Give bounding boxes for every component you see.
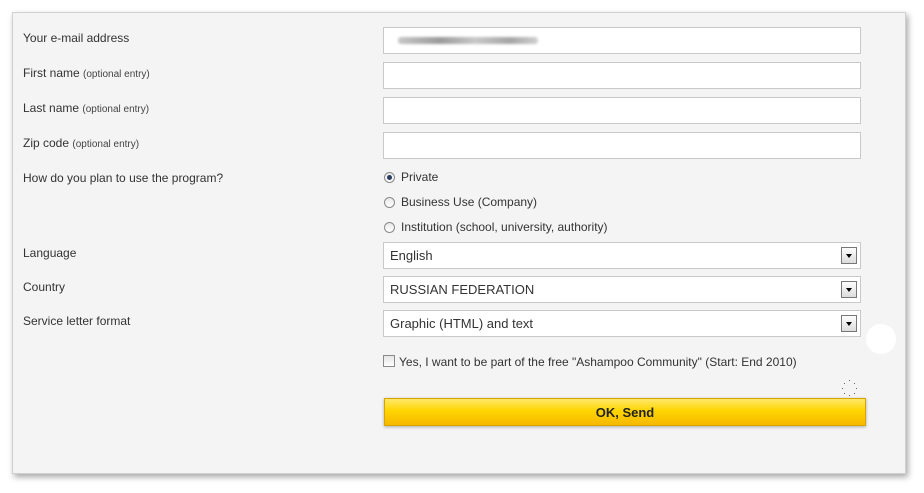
radio-institution-button[interactable] <box>384 221 395 233</box>
chevron-down-icon[interactable] <box>841 315 857 332</box>
country-select[interactable]: RUSSIAN FEDERATION <box>383 276 861 303</box>
community-checkbox-label: Yes, I want to be part of the free "Asha… <box>399 355 797 369</box>
letter-format-label: Service letter format <box>23 314 131 328</box>
ok-send-button[interactable]: OK, Send <box>384 398 866 426</box>
radio-private-label: Private <box>401 170 439 184</box>
last-name-optional-note: (optional entry) <box>82 104 150 115</box>
country-value: RUSSIAN FEDERATION <box>390 282 535 297</box>
community-checkbox-row[interactable]: Yes, I want to be part of the free "Asha… <box>383 354 797 369</box>
letter-format-select[interactable]: Graphic (HTML) and text <box>383 310 861 337</box>
country-label: Country <box>23 280 66 294</box>
registration-form: Your e-mail address First name (optional… <box>12 12 906 474</box>
chevron-down-icon[interactable] <box>841 247 857 264</box>
letter-format-value: Graphic (HTML) and text <box>390 316 534 331</box>
last-name-label: Last name (optional entry) <box>23 101 150 115</box>
language-value: English <box>390 248 433 263</box>
email-field[interactable] <box>383 27 861 54</box>
radio-private[interactable]: Private <box>384 170 438 184</box>
usage-question-label: How do you plan to use the program? <box>23 171 224 185</box>
email-label: Your e-mail address <box>23 31 130 45</box>
radio-institution-label: Institution (school, university, authori… <box>401 220 608 234</box>
chevron-down-icon[interactable] <box>841 281 857 298</box>
radio-business-button[interactable] <box>384 196 395 208</box>
radio-business-label: Business Use (Company) <box>401 195 538 209</box>
busy-cursor-icon <box>842 380 858 396</box>
language-select[interactable]: English <box>383 242 861 269</box>
decorative-circle <box>866 324 896 354</box>
email-value-blurred <box>398 37 538 44</box>
radio-private-button[interactable] <box>384 171 395 183</box>
first-name-field[interactable] <box>383 62 861 89</box>
community-checkbox[interactable] <box>383 354 395 367</box>
radio-institution[interactable]: Institution (school, university, authori… <box>384 220 608 234</box>
zip-code-optional-note: (optional entry) <box>72 139 140 150</box>
radio-business[interactable]: Business Use (Company) <box>384 195 537 209</box>
first-name-optional-note: (optional entry) <box>83 69 150 80</box>
first-name-label: First name (optional entry) <box>23 66 150 80</box>
zip-code-field[interactable] <box>383 132 861 159</box>
language-label: Language <box>23 246 77 260</box>
zip-code-label: Zip code (optional entry) <box>23 136 140 150</box>
last-name-field[interactable] <box>383 97 861 124</box>
